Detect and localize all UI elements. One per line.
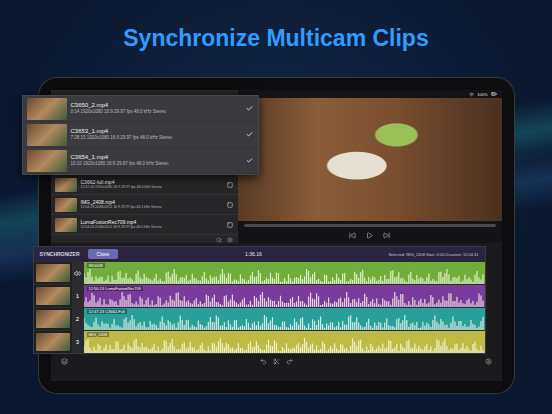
speaker-icon — [74, 270, 81, 277]
clip-meta: 12:04.03 2048x1152 16:9 29.97 fps 48.0 k… — [81, 225, 222, 229]
track-number: 1 — [72, 285, 84, 307]
clip-thumbnail — [55, 178, 77, 192]
check-icon — [246, 131, 253, 138]
selected-clips-popup: C3650_2.mp40:14 1920x1080 16:9 29.97 fps… — [22, 95, 259, 175]
track-number: 2 — [72, 308, 84, 330]
clip-meta: 0:14 1920x1080 16:9 29.97 fps 48.0 kHz S… — [71, 109, 242, 114]
tablet-frame: C3662-full.mp412:47.00 1920x1080 16:9 29… — [39, 78, 514, 393]
selection-info: Selected: IMG_2408 Start: 0:00 Duration:… — [388, 252, 478, 257]
close-button[interactable]: Close — [88, 249, 119, 259]
clip-name: C3650_2.mp4 — [71, 102, 242, 109]
scissors-icon[interactable] — [273, 358, 280, 365]
track-lane[interactable]: 12:50.13 LumaFusionRec709 — [84, 285, 485, 307]
gear-icon[interactable] — [227, 237, 233, 243]
scrubber[interactable] — [244, 224, 496, 227]
track-label: IMG_2408 — [87, 332, 110, 337]
check-icon — [246, 157, 253, 164]
box-icon — [227, 222, 233, 228]
track-number: 3 — [72, 331, 84, 353]
library-toolbar — [51, 235, 238, 245]
clip-thumbnail — [27, 150, 67, 172]
playback-controls — [238, 230, 502, 243]
status-bar: 100% — [238, 90, 502, 98]
clip-info: LumaFusionRec709.mp412:04.03 2048x1152 1… — [81, 219, 222, 229]
clip-meta: 12:47.00 1920x1080 16:9 29.97 fps 48.0 k… — [81, 185, 222, 189]
video-frame — [238, 98, 502, 221]
gear-icon[interactable] — [485, 358, 492, 365]
waveform-icon — [84, 269, 485, 284]
clip-checkbox[interactable] — [246, 157, 254, 165]
clip-row[interactable]: C3662-full.mp412:47.00 1920x1080 16:9 29… — [51, 175, 238, 195]
track-label: IMG038 — [87, 263, 105, 268]
track-label: 12:50.13 LumaFusionRec709 — [87, 286, 143, 291]
track-thumbnail — [36, 310, 70, 328]
track-lane[interactable]: IMG038 — [84, 262, 485, 284]
clip-checkbox[interactable] — [246, 131, 254, 139]
timecode: 1:36.16 — [126, 251, 380, 257]
skip-back-icon[interactable] — [349, 232, 356, 239]
waveform-icon — [84, 292, 485, 307]
clip-name: IMG_2408.mp4 — [81, 199, 222, 205]
waveform-icon — [84, 338, 485, 353]
redo-icon[interactable] — [286, 358, 293, 365]
synchronizer-header: SYNCHRONIZER Close 1:36.16 Selected: IMG_24… — [34, 247, 485, 261]
track-thumbnail — [36, 333, 70, 351]
synchronizer-panel: SYNCHRONIZER Close 1:36.16 Selected: IMG_24… — [33, 246, 486, 354]
search-icon[interactable] — [216, 237, 222, 243]
track-lane[interactable]: 12:47.23 C3662-Full — [84, 308, 485, 330]
clip-thumbnail — [27, 124, 67, 146]
box-icon — [227, 202, 233, 208]
battery-level: 100% — [477, 92, 487, 97]
sync-track[interactable]: 3IMG_2408 — [34, 330, 485, 353]
track-number — [72, 262, 84, 284]
wifi-icon — [469, 92, 474, 97]
clip-name: C3662-full.mp4 — [81, 179, 222, 185]
clip-name: LumaFusionRec709.mp4 — [81, 219, 222, 225]
edit-tools — [260, 358, 293, 365]
track-label: 12:47.23 C3662-Full — [87, 309, 127, 314]
play-icon[interactable] — [366, 232, 373, 239]
clip-row[interactable]: IMG_2408.mp412:04.28 2048x1152 16:9 29.9… — [51, 195, 238, 215]
clip-info: C3653_1.mp47:28.15 1920x1080 16:9 29.97 … — [71, 128, 242, 141]
clip-thumbnail — [27, 98, 67, 120]
clip-checkbox[interactable] — [246, 105, 254, 113]
clip-meta: 7:28.15 1920x1080 16:9 29.97 fps 48.0 kH… — [71, 135, 242, 140]
clip-thumbnail — [55, 198, 77, 212]
layers-icon[interactable] — [61, 358, 68, 365]
clip-name: C3654_1.mp4 — [71, 154, 242, 161]
skip-forward-icon[interactable] — [383, 232, 390, 239]
page: Synchronize Multicam Clips C3662-full.mp4… — [0, 0, 552, 414]
sync-track[interactable]: 212:47.23 C3662-Full — [34, 307, 485, 330]
sync-track[interactable]: IMG038 — [34, 261, 485, 284]
clip-thumbnail — [55, 218, 77, 232]
clip-info: C3654_1.mp410:10 1920x1080 16:9 29.97 fp… — [71, 154, 242, 167]
clip-row[interactable]: C3654_1.mp410:10 1920x1080 16:9 29.97 fp… — [23, 148, 258, 174]
undo-icon[interactable] — [260, 358, 267, 365]
waveform-icon — [84, 315, 485, 330]
preview-panel: 100% — [238, 90, 502, 243]
clip-info: C3662-full.mp412:47.00 1920x1080 16:9 29… — [81, 179, 222, 189]
clip-checkbox[interactable] — [226, 201, 234, 209]
track-thumbnail — [36, 264, 70, 282]
clip-checkbox[interactable] — [226, 181, 234, 189]
battery-icon — [491, 91, 497, 97]
clip-row[interactable]: C3653_1.mp47:28.15 1920x1080 16:9 29.97 … — [23, 122, 258, 148]
bottom-toolbar — [51, 354, 502, 369]
clip-name: C3653_1.mp4 — [71, 128, 242, 135]
clip-info: C3650_2.mp40:14 1920x1080 16:9 29.97 fps… — [71, 102, 242, 115]
sync-track[interactable]: 112:50.13 LumaFusionRec709 — [34, 284, 485, 307]
synchronizer-title: SYNCHRONIZER — [40, 251, 80, 257]
clip-meta: 10:10 1920x1080 16:9 29.97 fps 48.0 kHz … — [71, 161, 242, 166]
clip-info: IMG_2408.mp412:04.28 2048x1152 16:9 29.9… — [81, 199, 222, 209]
clip-checkbox[interactable] — [226, 221, 234, 229]
track-thumbnail — [36, 287, 70, 305]
clip-row[interactable]: LumaFusionRec709.mp412:04.03 2048x1152 1… — [51, 215, 238, 235]
clip-row[interactable]: C3650_2.mp40:14 1920x1080 16:9 29.97 fps… — [23, 96, 258, 122]
headline: Synchronize Multicam Clips — [123, 24, 428, 52]
track-lane[interactable]: IMG_2408 — [84, 331, 485, 353]
box-icon — [227, 182, 233, 188]
check-icon — [246, 105, 253, 112]
clip-meta: 12:04.28 2048x1152 16:9 29.97 fps 44.1 k… — [81, 205, 222, 209]
